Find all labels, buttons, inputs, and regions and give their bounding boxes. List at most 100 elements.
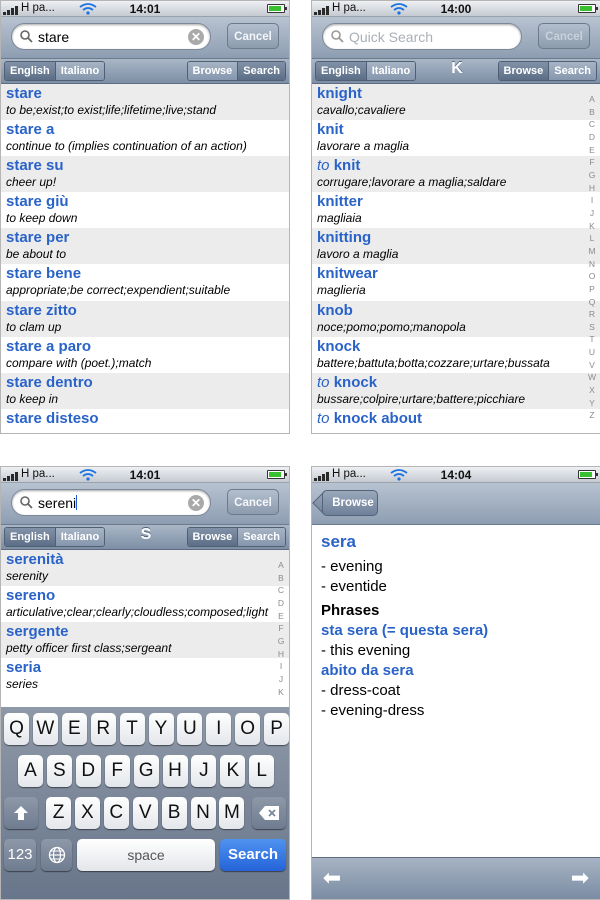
- index-letter[interactable]: W: [586, 371, 598, 384]
- globe-key[interactable]: [41, 839, 72, 871]
- index-letter[interactable]: H: [275, 648, 287, 661]
- index-letter[interactable]: A: [275, 559, 287, 572]
- key-v[interactable]: V: [132, 797, 158, 829]
- search-input[interactable]: Quick Search: [322, 23, 522, 50]
- key-h[interactable]: H: [162, 755, 188, 787]
- shift-key[interactable]: [4, 797, 38, 829]
- search-tab[interactable]: Search: [548, 62, 596, 80]
- key-q[interactable]: Q: [4, 713, 29, 745]
- list-item[interactable]: knob noce;pomo;pomo;manopola: [312, 300, 600, 337]
- space-key[interactable]: space: [77, 839, 215, 871]
- key-j[interactable]: J: [191, 755, 217, 787]
- index-letter[interactable]: M: [586, 245, 598, 258]
- clear-x-icon[interactable]: ✕: [188, 495, 204, 511]
- index-letter[interactable]: Y: [586, 397, 598, 410]
- list-item[interactable]: serenità serenity: [1, 550, 289, 587]
- keyboard-search-key[interactable]: Search: [220, 839, 286, 871]
- key-c[interactable]: C: [103, 797, 129, 829]
- key-m[interactable]: M: [219, 797, 245, 829]
- index-letter[interactable]: V: [586, 359, 598, 372]
- phrase-term[interactable]: sta sera (= questa sera): [321, 621, 592, 641]
- list-item[interactable]: sereno articulative;clear;clearly;cloudle…: [1, 586, 289, 623]
- list-item[interactable]: stare a continue to (implies continuation…: [1, 120, 289, 157]
- index-letter[interactable]: S: [586, 321, 598, 334]
- list-item[interactable]: to knit corrugare;lavorare a maglia;salda…: [312, 156, 600, 193]
- index-letter[interactable]: J: [275, 673, 287, 686]
- list-item[interactable]: knitwear maglieria: [312, 264, 600, 301]
- left-arrow-icon[interactable]: ⬅: [320, 866, 344, 890]
- list-item[interactable]: stare giù to keep down: [1, 192, 289, 229]
- list-item[interactable]: stare dentro to keep in: [1, 372, 289, 409]
- index-letter[interactable]: C: [275, 584, 287, 597]
- phrase-term[interactable]: abito da sera: [321, 661, 592, 681]
- list-item[interactable]: knit lavorare a maglia: [312, 120, 600, 157]
- index-letter[interactable]: D: [586, 131, 598, 144]
- key-x[interactable]: X: [74, 797, 100, 829]
- index-letter[interactable]: F: [586, 156, 598, 169]
- search-input[interactable]: stare ✕: [11, 23, 211, 50]
- list-item[interactable]: stare disteso: [1, 408, 289, 433]
- list-item[interactable]: stare su cheer up!: [1, 156, 289, 193]
- index-letter[interactable]: F: [275, 622, 287, 635]
- browse-tab[interactable]: Browse: [187, 62, 238, 80]
- key-k[interactable]: K: [220, 755, 246, 787]
- index-letter[interactable]: Q: [586, 296, 598, 309]
- index-letter[interactable]: R: [586, 308, 598, 321]
- index-letter[interactable]: I: [275, 660, 287, 673]
- list-item[interactable]: to knock about: [312, 408, 600, 433]
- index-letter[interactable]: G: [586, 169, 598, 182]
- key-z[interactable]: Z: [46, 797, 71, 829]
- index-letter[interactable]: C: [586, 118, 598, 131]
- key-u[interactable]: U: [177, 713, 203, 745]
- index-letter[interactable]: P: [586, 283, 598, 296]
- list-item[interactable]: knitter magliaia: [312, 192, 600, 229]
- key-d[interactable]: D: [75, 755, 101, 787]
- search-tab[interactable]: Search: [237, 528, 285, 546]
- index-letter[interactable]: X: [586, 384, 598, 397]
- index-letter[interactable]: Z: [586, 409, 598, 422]
- index-letter[interactable]: N: [586, 258, 598, 271]
- lang-english-tab[interactable]: English: [5, 528, 55, 546]
- key-g[interactable]: G: [133, 755, 159, 787]
- delete-key[interactable]: [252, 797, 286, 829]
- index-letter[interactable]: E: [275, 610, 287, 623]
- browse-tab[interactable]: Browse: [498, 62, 549, 80]
- key-l[interactable]: L: [249, 755, 275, 787]
- index-letter[interactable]: G: [275, 635, 287, 648]
- clear-x-icon[interactable]: ✕: [188, 29, 204, 45]
- alphabet-index[interactable]: ABCDEFGHIJK: [275, 559, 287, 698]
- index-letter[interactable]: E: [586, 144, 598, 157]
- lang-italiano-tab[interactable]: Italiano: [54, 62, 105, 80]
- cancel-button[interactable]: Cancel: [538, 23, 590, 49]
- key-r[interactable]: R: [90, 713, 116, 745]
- cancel-button[interactable]: Cancel: [227, 23, 279, 49]
- index-letter[interactable]: U: [586, 346, 598, 359]
- index-letter[interactable]: T: [586, 333, 598, 346]
- browse-tab[interactable]: Browse: [187, 528, 238, 546]
- list-item[interactable]: knock battere;battuta;botta;cozzare;urtar…: [312, 336, 600, 373]
- list-item[interactable]: stare to be;exist;to exist;life;lifetime;…: [1, 84, 289, 121]
- numbers-key[interactable]: 123: [4, 839, 36, 871]
- index-letter[interactable]: D: [275, 597, 287, 610]
- key-o[interactable]: O: [235, 713, 261, 745]
- key-p[interactable]: P: [264, 713, 289, 745]
- lang-english-tab[interactable]: English: [316, 62, 366, 80]
- index-letter[interactable]: B: [275, 572, 287, 585]
- lang-english-tab[interactable]: English: [5, 62, 55, 80]
- index-letter[interactable]: K: [275, 686, 287, 699]
- key-e[interactable]: E: [61, 713, 87, 745]
- key-b[interactable]: B: [161, 797, 187, 829]
- index-letter[interactable]: O: [586, 270, 598, 283]
- list-item[interactable]: stare zitto to clam up: [1, 300, 289, 337]
- lang-italiano-tab[interactable]: Italiano: [54, 528, 105, 546]
- key-s[interactable]: S: [46, 755, 72, 787]
- index-letter[interactable]: A: [586, 93, 598, 106]
- key-f[interactable]: F: [104, 755, 130, 787]
- alphabet-index[interactable]: ABCDEFGHIJKLMNOPQRSTUVWXYZ: [586, 93, 598, 422]
- key-n[interactable]: N: [190, 797, 216, 829]
- index-letter[interactable]: K: [586, 220, 598, 233]
- key-i[interactable]: I: [206, 713, 232, 745]
- index-letter[interactable]: B: [586, 106, 598, 119]
- lang-italiano-tab[interactable]: Italiano: [365, 62, 416, 80]
- right-arrow-icon[interactable]: ➡: [568, 866, 592, 890]
